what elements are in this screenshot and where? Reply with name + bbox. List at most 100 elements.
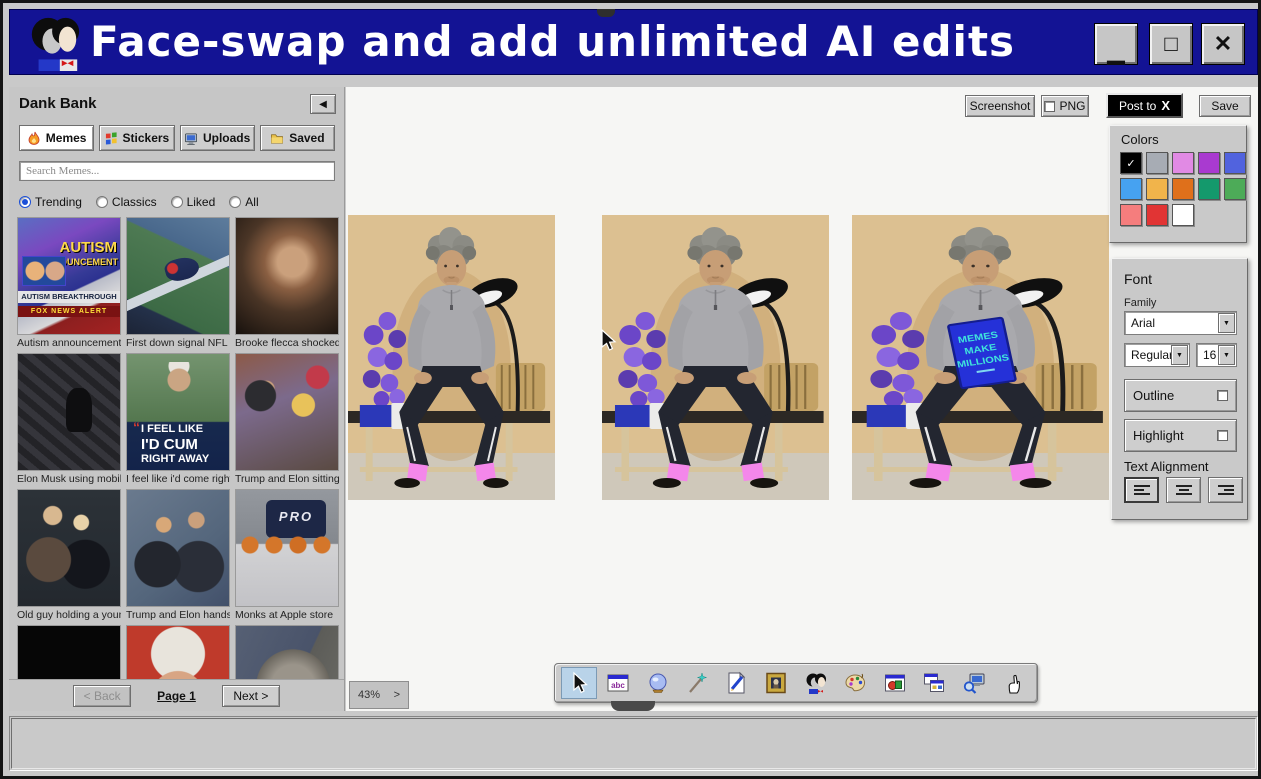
meme-item[interactable]: “ I FEEL LIKE I'D CUM RIGHT AWAY I feel … bbox=[126, 353, 230, 489]
back-button[interactable]: < Back bbox=[73, 685, 131, 707]
meme-thumbnail[interactable] bbox=[17, 489, 121, 607]
color-swatch-lightblue[interactable] bbox=[1120, 178, 1142, 200]
color-swatch-gray[interactable] bbox=[1146, 152, 1168, 174]
magic-wand-tool[interactable] bbox=[679, 667, 715, 699]
filter-classics[interactable]: Classics bbox=[96, 195, 157, 209]
search-input[interactable] bbox=[19, 161, 335, 181]
canvas-image-1[interactable] bbox=[348, 215, 555, 500]
meme-item[interactable]: Trump and Elon handsha.. bbox=[126, 489, 230, 625]
meme-thumbnail[interactable] bbox=[235, 353, 339, 471]
minimize-button[interactable]: ▁ bbox=[1094, 23, 1138, 65]
tab-uploads[interactable]: Uploads bbox=[180, 125, 255, 151]
color-swatch-white[interactable] bbox=[1172, 204, 1194, 226]
hand-pointer-icon bbox=[1001, 671, 1025, 695]
meme-item[interactable]: Trump and Elon sitting t.. bbox=[235, 353, 339, 489]
screenshot-button[interactable]: Screenshot bbox=[965, 95, 1035, 117]
outline-toggle[interactable]: Outline bbox=[1124, 379, 1237, 412]
font-family-select[interactable]: Arial ▼ bbox=[1124, 311, 1237, 335]
draw-tool[interactable] bbox=[719, 667, 755, 699]
meme-item[interactable]: First down signal NFL bbox=[126, 217, 230, 353]
palette-tool[interactable] bbox=[837, 667, 873, 699]
status-bar bbox=[9, 716, 1258, 771]
outline-checkbox[interactable] bbox=[1217, 390, 1228, 401]
font-title: Font bbox=[1124, 271, 1152, 287]
filter-trending[interactable]: Trending bbox=[19, 195, 82, 209]
png-checkbox[interactable] bbox=[1044, 101, 1055, 112]
chevron-down-icon[interactable]: ▼ bbox=[1171, 345, 1188, 365]
meme-thumbnail[interactable]: PRO bbox=[235, 489, 339, 607]
save-button[interactable]: Save bbox=[1199, 95, 1251, 117]
picture-frame-icon bbox=[764, 671, 788, 695]
meme-thumbnail[interactable] bbox=[235, 217, 339, 335]
zoom-control[interactable]: 43% > bbox=[349, 681, 409, 709]
computer-icon bbox=[184, 132, 198, 145]
highlight-checkbox[interactable] bbox=[1217, 430, 1228, 441]
x-logo-icon: X bbox=[1161, 98, 1170, 113]
chevron-down-icon[interactable]: ▼ bbox=[1218, 345, 1235, 365]
select-tool[interactable] bbox=[561, 667, 597, 699]
align-right-button[interactable] bbox=[1208, 477, 1243, 503]
meme-item[interactable] bbox=[126, 625, 230, 679]
pagination: < Back Page 1 Next > bbox=[9, 679, 344, 711]
meme-thumbnail[interactable] bbox=[126, 489, 230, 607]
sidebar-collapse-button[interactable]: ◀ bbox=[310, 94, 336, 114]
meme-item[interactable]: Brooke flecca shocked bbox=[235, 217, 339, 353]
color-swatch-red[interactable] bbox=[1146, 204, 1168, 226]
color-swatch-orchid[interactable] bbox=[1172, 152, 1194, 174]
radio-icon bbox=[96, 196, 108, 208]
text-tool[interactable]: abc bbox=[600, 667, 636, 699]
canvas-image-3[interactable]: MEMES MAKE MILLIONS bbox=[852, 215, 1109, 500]
hand-tool[interactable] bbox=[995, 667, 1031, 699]
meme-thumbnail[interactable]: AUTISM ANNOUNCEMENT AUTISM BREAKTHROUGH … bbox=[17, 217, 121, 335]
meme-thumbnail[interactable] bbox=[17, 625, 121, 679]
filter-liked[interactable]: Liked bbox=[171, 195, 216, 209]
bezel-notch-bottom bbox=[611, 701, 655, 711]
tab-stickers[interactable]: Stickers bbox=[99, 125, 174, 151]
tab-memes[interactable]: Memes bbox=[19, 125, 94, 151]
shapes-window-tool[interactable] bbox=[877, 667, 913, 699]
align-center-button[interactable] bbox=[1166, 477, 1201, 503]
page-indicator[interactable]: Page 1 bbox=[157, 689, 196, 703]
filter-all[interactable]: All bbox=[229, 195, 258, 209]
color-swatch-salmon[interactable] bbox=[1120, 204, 1142, 226]
meme-thumbnail[interactable] bbox=[126, 217, 230, 335]
magic-wand-icon bbox=[685, 671, 709, 695]
color-swatch-blue[interactable] bbox=[1224, 152, 1246, 174]
crystal-ball-tool[interactable] bbox=[640, 667, 676, 699]
meme-item[interactable]: AUTISM ANNOUNCEMENT AUTISM BREAKTHROUGH … bbox=[17, 217, 121, 353]
font-size-select[interactable]: 16 ▼ bbox=[1196, 343, 1237, 367]
meme-item[interactable]: Elon Musk using mobile ... bbox=[17, 353, 121, 489]
check-icon: ✓ bbox=[1126, 157, 1135, 170]
title-bar: Face-swap and add unlimited AI edits ▁ □… bbox=[9, 9, 1258, 75]
canvas-image-2[interactable] bbox=[602, 215, 829, 500]
meme-thumbnail[interactable] bbox=[17, 353, 121, 471]
color-swatch-green[interactable] bbox=[1224, 178, 1246, 200]
align-left-button[interactable] bbox=[1124, 477, 1159, 503]
meme-thumbnail[interactable] bbox=[126, 625, 230, 679]
windows-cascade-tool[interactable] bbox=[916, 667, 952, 699]
png-toggle-button[interactable]: PNG bbox=[1041, 95, 1089, 117]
tab-saved[interactable]: Saved bbox=[260, 125, 335, 151]
face-swap-tool[interactable] bbox=[798, 667, 834, 699]
color-swatch-black[interactable]: ✓ bbox=[1120, 152, 1142, 174]
meme-item[interactable] bbox=[235, 625, 339, 679]
color-swatch-amber[interactable] bbox=[1146, 178, 1168, 200]
meme-item[interactable] bbox=[17, 625, 121, 679]
post-to-x-button[interactable]: Post to X bbox=[1106, 93, 1183, 118]
chevron-down-icon[interactable]: ▼ bbox=[1218, 313, 1235, 333]
font-weight-select[interactable]: Regular ▼ bbox=[1124, 343, 1190, 367]
color-swatch-orange[interactable] bbox=[1172, 178, 1194, 200]
meme-thumbnail[interactable]: “ I FEEL LIKE I'D CUM RIGHT AWAY bbox=[126, 353, 230, 471]
meme-thumbnail[interactable] bbox=[235, 625, 339, 679]
meme-item[interactable]: PRO Monks at Apple store bbox=[235, 489, 339, 625]
color-swatch-teal[interactable] bbox=[1198, 178, 1220, 200]
computer-search-tool[interactable] bbox=[956, 667, 992, 699]
next-button[interactable]: Next > bbox=[222, 685, 280, 707]
meme-item[interactable]: Old guy holding a young ... bbox=[17, 489, 121, 625]
highlight-toggle[interactable]: Highlight bbox=[1124, 419, 1237, 452]
close-button[interactable]: ✕ bbox=[1201, 23, 1245, 65]
mouse-cursor bbox=[601, 329, 618, 353]
framed-picture-tool[interactable] bbox=[758, 667, 794, 699]
color-swatch-purple[interactable] bbox=[1198, 152, 1220, 174]
maximize-button[interactable]: □ bbox=[1149, 23, 1193, 65]
